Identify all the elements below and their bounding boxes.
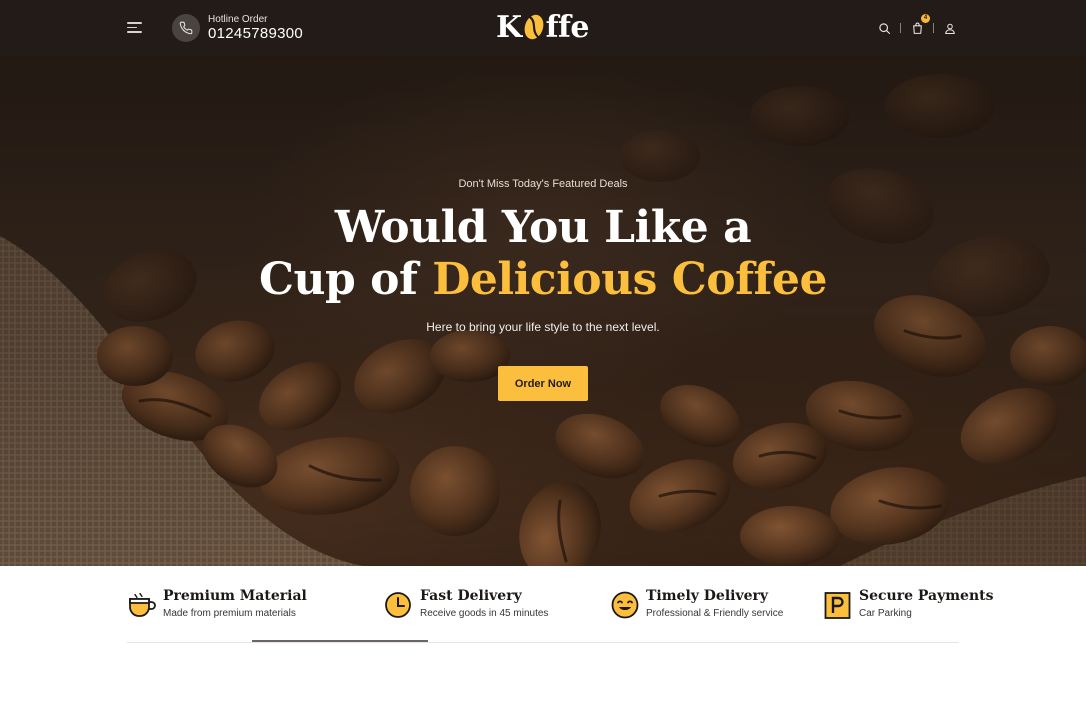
feature-desc: Professional & Friendly service: [646, 608, 784, 619]
headline-plain: Cup of: [259, 254, 433, 305]
feature-desc: Receive goods in 45 minutes: [420, 608, 549, 619]
feature-title: Fast Delivery: [420, 588, 522, 604]
parking-icon: [824, 592, 851, 619]
header-actions: 4: [874, 14, 960, 38]
header-divider: [933, 23, 934, 33]
feature-title: Timely Delivery: [646, 588, 769, 604]
search-icon[interactable]: [874, 18, 894, 38]
header-divider: [900, 23, 901, 33]
hero-subline: Here to bring your life style to the nex…: [426, 320, 660, 334]
cart-button[interactable]: 4: [907, 14, 930, 38]
coffee-cup-icon: [129, 592, 156, 617]
coffee-bean-logo-icon: [523, 13, 545, 41]
site-logo[interactable]: K ffe: [496, 8, 589, 46]
hotline-number[interactable]: 01245789300: [208, 25, 303, 42]
smiley-icon: [611, 591, 639, 619]
shopping-bag-icon: [912, 22, 922, 34]
hero-headline: Would You Like a Cup of Delicious Coffee: [0, 202, 1086, 306]
features-bar: Premium Material Made from premium mater…: [127, 586, 993, 643]
hamburger-menu-icon[interactable]: [127, 21, 142, 33]
headline-line-1: Would You Like a: [334, 202, 752, 253]
headline-line-2: Cup of Delicious Coffee: [0, 254, 1086, 306]
feature-desc: Made from premium materials: [163, 608, 296, 619]
hero-banner: Don't Miss Today's Featured Deals Would …: [0, 56, 1086, 566]
headline-accent: Delicious Coffee: [432, 254, 827, 305]
site-header: Hotline Order 01245789300 K ffe 4: [0, 0, 1086, 56]
order-now-button[interactable]: Order Now: [498, 366, 588, 401]
hero-content: Don't Miss Today's Featured Deals Would …: [0, 56, 1086, 566]
feature-title: Premium Material: [163, 588, 307, 604]
phone-icon: [172, 14, 200, 42]
hotline-label: Hotline Order: [208, 14, 268, 25]
feature-desc: Car Parking: [859, 608, 912, 619]
logo-text-left: K: [496, 9, 522, 45]
feature-title: Secure Payments: [859, 588, 994, 604]
cart-count-badge: 4: [921, 14, 930, 23]
logo-text-right: ffe: [545, 9, 590, 45]
user-account-icon[interactable]: [940, 18, 960, 38]
clock-icon: [385, 592, 411, 618]
feature-active-indicator: [252, 640, 428, 642]
hero-eyebrow: Don't Miss Today's Featured Deals: [458, 178, 628, 190]
